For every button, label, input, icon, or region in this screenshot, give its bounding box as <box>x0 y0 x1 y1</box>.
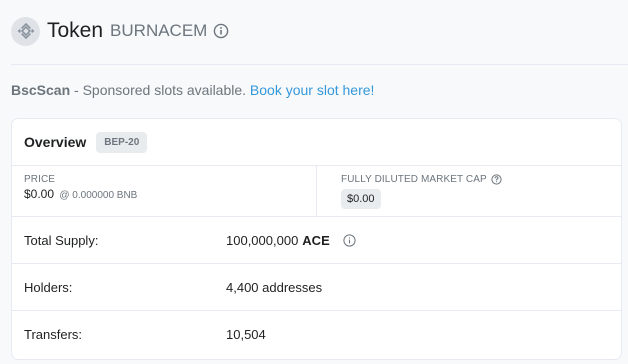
price-value-line: $0.00 @ 0.000000 BNB <box>24 187 316 201</box>
price-label: PRICE <box>24 174 56 185</box>
bnb-logo-icon <box>11 16 40 46</box>
market-cap-label-line: FULLY DILUTED MARKET CAP <box>341 174 502 185</box>
sponsor-brand: BscScan <box>11 82 71 98</box>
info-icon[interactable] <box>343 233 356 247</box>
price-row: PRICE $0.00 @ 0.000000 BNB FULLY DILUTED… <box>12 166 621 217</box>
token-symbol: ACE <box>302 232 330 248</box>
total-supply-label: Total Supply: <box>24 232 99 248</box>
holders-row: Holders: 4,400 addresses <box>12 264 621 311</box>
info-icon[interactable] <box>213 23 229 39</box>
question-icon[interactable] <box>491 174 502 185</box>
price-section: PRICE $0.00 @ 0.000000 BNB <box>12 166 317 216</box>
token-header: Token BURNACEM <box>0 0 628 62</box>
market-cap-label: FULLY DILUTED MARKET CAP <box>341 174 487 185</box>
holders-label: Holders: <box>24 279 73 295</box>
transfers-value: 10,504 <box>226 327 266 342</box>
page-title: Token <box>47 19 104 42</box>
market-cap-value: $0.00 <box>341 189 381 209</box>
total-supply-value: 100,000,000 <box>226 232 299 248</box>
sponsor-banner: BscScan - Sponsored slots available. Boo… <box>11 82 374 98</box>
transfers-row: Transfers: 10,504 <box>12 311 621 358</box>
token-name: BURNACEM <box>110 21 208 40</box>
book-slot-link[interactable]: Book your slot here! <box>250 82 375 98</box>
overview-title: Overview <box>24 134 87 150</box>
holders-value: 4,400 addresses <box>226 279 323 295</box>
header-divider <box>11 64 628 65</box>
transfers-label: Transfers: <box>24 327 83 342</box>
sponsor-text: - Sponsored slots available. <box>70 82 250 98</box>
total-supply-value-line: 100,000,000 ACE <box>226 233 356 248</box>
overview-header: Overview BEP-20 <box>12 119 621 166</box>
price-value: $0.00 <box>24 187 55 201</box>
market-cap-section: FULLY DILUTED MARKET CAP $0.00 <box>317 166 502 216</box>
token-standard-badge: BEP-20 <box>96 131 148 153</box>
price-bnb: @ 0.000000 BNB <box>59 190 138 201</box>
overview-card: Overview BEP-20 PRICE $0.00 @ 0.000000 B… <box>11 118 622 360</box>
total-supply-row: Total Supply: 100,000,000 ACE <box>12 217 621 264</box>
